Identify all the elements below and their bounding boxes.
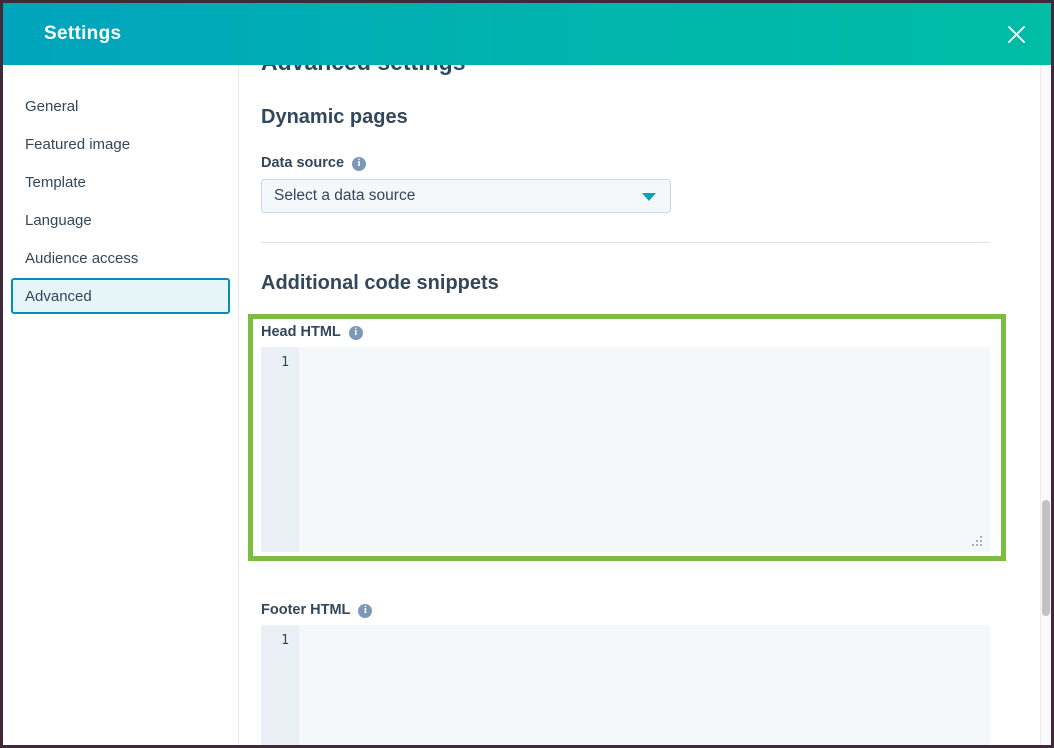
info-icon[interactable]: i bbox=[349, 326, 363, 340]
sidebar-item-general[interactable]: General bbox=[3, 87, 238, 125]
scrollbar-track[interactable] bbox=[1040, 65, 1051, 745]
close-icon bbox=[1007, 25, 1026, 44]
chevron-down-icon bbox=[642, 193, 656, 201]
sidebar-item-label: Audience access bbox=[25, 250, 138, 267]
head-html-label: Head HTML bbox=[261, 324, 341, 341]
head-html-editor-input[interactable] bbox=[299, 347, 990, 552]
sidebar-item-label: Featured image bbox=[25, 136, 130, 153]
head-html-label-row: Head HTML i bbox=[261, 324, 990, 341]
data-source-label-row: Data source i bbox=[261, 155, 990, 172]
section-divider bbox=[261, 242, 990, 243]
page-title: Advanced settings bbox=[261, 65, 990, 75]
sidebar-item-label: Template bbox=[25, 174, 86, 191]
sidebar-item-label: Advanced bbox=[25, 288, 92, 305]
settings-sidebar: General Featured image Template Language… bbox=[3, 65, 239, 745]
editor-gutter: 1 bbox=[261, 347, 299, 552]
data-source-label: Data source bbox=[261, 155, 344, 172]
footer-html-label: Footer HTML bbox=[261, 602, 350, 619]
modal-header: Settings bbox=[3, 3, 1051, 65]
footer-html-editor-input[interactable] bbox=[299, 625, 990, 745]
dynamic-pages-heading: Dynamic pages bbox=[261, 105, 990, 129]
modal-title: Settings bbox=[44, 23, 121, 45]
modal-body: General Featured image Template Language… bbox=[3, 65, 1051, 745]
line-number: 1 bbox=[261, 633, 289, 648]
highlight-frame: Head HTML i 1 bbox=[248, 314, 1006, 561]
settings-modal: Settings General Featured image Template bbox=[0, 0, 1054, 748]
data-source-select-value: Select a data source bbox=[274, 187, 415, 205]
editor-gutter: 1 bbox=[261, 625, 299, 745]
close-button[interactable] bbox=[1003, 21, 1029, 47]
sidebar-item-featured-image[interactable]: Featured image bbox=[3, 125, 238, 163]
footer-html-editor: 1 bbox=[261, 625, 990, 745]
line-number: 1 bbox=[261, 355, 289, 370]
sidebar-item-template[interactable]: Template bbox=[3, 163, 238, 201]
code-snippets-heading: Additional code snippets bbox=[261, 271, 990, 295]
scrollbar-thumb[interactable] bbox=[1042, 500, 1050, 616]
info-icon[interactable]: i bbox=[352, 157, 366, 171]
info-icon[interactable]: i bbox=[358, 604, 372, 618]
sidebar-item-label: Language bbox=[25, 212, 92, 229]
sidebar-item-advanced[interactable]: Advanced bbox=[11, 278, 230, 314]
resize-handle-icon[interactable] bbox=[972, 536, 974, 538]
sidebar-item-label: General bbox=[25, 98, 78, 115]
settings-content: Advanced settings Dynamic pages Data sou… bbox=[239, 65, 1051, 745]
sidebar-item-language[interactable]: Language bbox=[3, 201, 238, 239]
head-html-editor: 1 bbox=[261, 347, 990, 552]
data-source-select[interactable]: Select a data source bbox=[261, 179, 671, 213]
footer-html-label-row: Footer HTML i bbox=[261, 602, 990, 619]
sidebar-item-audience-access[interactable]: Audience access bbox=[3, 239, 238, 277]
